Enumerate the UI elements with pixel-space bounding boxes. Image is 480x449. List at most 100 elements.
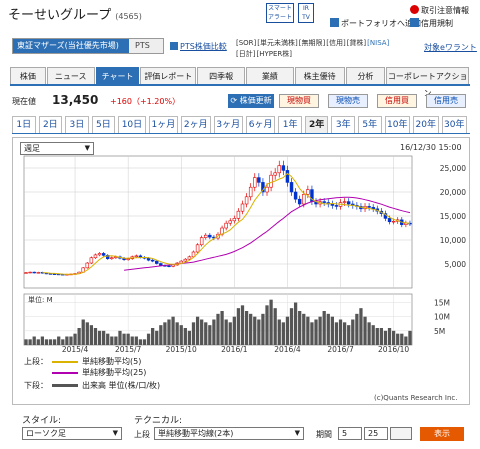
candle-body [322,201,326,203]
volume-bar [73,333,77,345]
volume-bar [375,328,379,345]
volume-bar [347,325,351,345]
volume-bar [175,322,179,345]
ma25-legend-label: 単純移動平均(25) [82,368,147,377]
ma25-legend-swatch [52,372,78,374]
volume-legend-swatch [52,384,78,387]
candle-body [367,206,371,208]
volume-bar [281,322,285,345]
candle-body [330,203,335,206]
volume-bar [338,319,343,345]
candle-body [293,191,298,200]
period2-input[interactable]: 25 [364,427,388,440]
candle-body [146,257,151,261]
volume-bar [106,333,110,345]
candle-body [187,256,192,260]
candle-body [285,170,290,183]
volume-bar [65,336,69,345]
volume-bar [371,325,375,345]
volume-bar [367,322,371,345]
volume-bar [57,336,61,345]
volume-bar [302,313,306,345]
volume-bar [277,319,281,345]
candle-body [126,258,130,260]
volume-bar [134,336,138,345]
period1-input[interactable]: 5 [338,427,362,440]
volume-bar [391,330,396,345]
candle-body [208,234,212,238]
volume-bar [293,302,298,345]
price-tick-label: 15,000 [440,212,466,221]
volume-bar [69,336,73,345]
volume-bar [396,333,400,345]
volume-unit-label: 単位: M [28,295,53,304]
volume-bar [183,328,187,345]
candle-body [97,253,102,256]
volume-bar [289,308,294,345]
volume-bar [114,336,118,345]
volume-bar [351,319,355,345]
candle-body [289,182,294,193]
candle-body [277,165,281,174]
legend-lower-label: 下段： [24,381,48,390]
candle-body [297,198,302,205]
volume-bar [200,319,204,345]
copyright: (c)Quants Research Inc. [374,394,458,402]
show-button[interactable]: 表示 [420,427,464,441]
volume-bar [273,308,277,345]
volume-bar [187,330,192,345]
candle-body [387,218,392,223]
volume-bar [32,336,36,345]
volume-bar [408,330,412,345]
candle-body [342,201,347,203]
period3-input[interactable] [390,427,412,440]
candle-body [167,265,171,268]
volume-bar [44,339,49,345]
candle-body [89,257,94,264]
volume-tick-label: 15M [434,299,450,308]
candle-body [28,271,32,274]
volume-bar [85,322,89,345]
technical-value: 単純移動平均線(2本) [158,429,234,438]
volume-bar [151,328,155,345]
candle-body [150,259,155,262]
candle-body [253,177,257,188]
volume-bar [261,313,265,345]
volume-bar [306,316,310,345]
volume-bar [118,330,122,345]
x-tick-label: 2015/4 [62,345,89,354]
volume-bar [212,319,216,345]
candle-body [85,262,90,269]
x-tick-label: 2016/1 [221,345,248,354]
period-label: 期間 [316,430,332,439]
technical-select[interactable]: 単純移動平均線(2本) ▼ [154,427,304,440]
volume-bar [236,308,241,345]
candle-body [183,258,188,262]
candle-body [371,207,375,210]
candle-body [101,253,106,256]
volume-bar [208,325,212,345]
candle-body [36,272,41,274]
volume-bar [228,322,232,345]
technical-label: テクニカル: [134,416,183,426]
volume-bar [240,305,245,345]
style-select[interactable]: ローソク足 ▼ [22,427,122,440]
volume-bar [179,325,183,345]
volume-bar [110,336,114,345]
volume-bar [204,322,208,345]
upper-tier-label: 上段 [134,430,150,439]
volume-legend-label: 出来高 単位(株/口/枚) [82,381,161,390]
volume-bar [224,319,228,345]
volume-bar [155,330,159,345]
volume-bar [122,333,126,345]
volume-bar [322,311,326,345]
volume-bar [334,322,339,345]
volume-bar [253,316,257,345]
candle-body [244,196,249,205]
candle-body [171,264,175,267]
volume-bar [40,336,45,345]
candle-body [93,254,98,259]
candle-body [224,222,228,229]
x-tick-label: 2016/4 [274,345,301,354]
volume-bar [28,339,32,345]
